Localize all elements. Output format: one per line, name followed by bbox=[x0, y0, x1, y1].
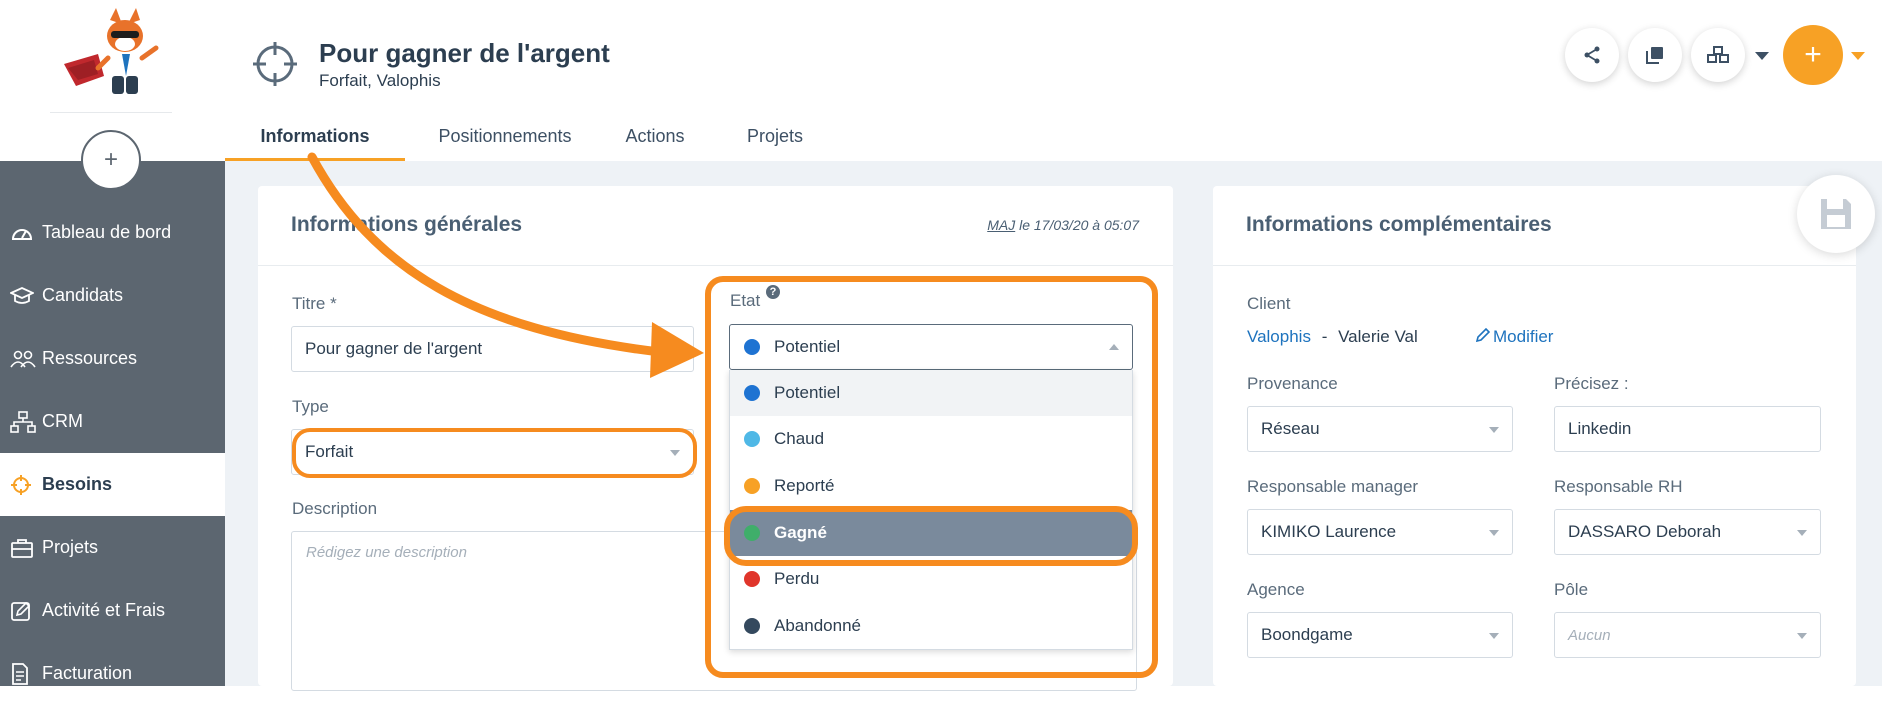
titre-label: Titre * bbox=[292, 294, 337, 313]
titre-input[interactable]: Pour gagner de l'argent bbox=[291, 326, 694, 372]
chevron-down-icon bbox=[1489, 633, 1499, 639]
dashboard-icon bbox=[10, 222, 38, 244]
edit-icon bbox=[10, 600, 38, 622]
card-title: Informations complémentaires bbox=[1246, 213, 1552, 236]
tab-positionnements[interactable]: Positionnements bbox=[425, 110, 585, 161]
tab-informations[interactable]: Informations bbox=[225, 110, 405, 161]
chevron-down-icon bbox=[1797, 633, 1807, 639]
page-subtitle: Forfait, Valophis bbox=[319, 71, 441, 90]
sidebar-item-tableau-de-bord[interactable]: Tableau de bord bbox=[0, 201, 225, 264]
sidebar-item-ressources[interactable]: Ressources bbox=[0, 327, 225, 390]
briefcase-icon bbox=[10, 537, 38, 559]
sidebar-item-label: Facturation bbox=[42, 663, 133, 683]
users-icon bbox=[10, 348, 38, 370]
share-button[interactable] bbox=[1565, 28, 1619, 82]
duplicate-button[interactable] bbox=[1628, 28, 1682, 82]
provenance-label: Provenance bbox=[1247, 374, 1338, 393]
manager-select[interactable]: KIMIKO Laurence bbox=[1247, 509, 1513, 555]
gagne-highlight-box bbox=[724, 506, 1138, 566]
chevron-down-icon bbox=[1489, 427, 1499, 433]
card-divider bbox=[1213, 265, 1856, 266]
sidebar: + Tableau de bord Candidats Ressources C… bbox=[0, 0, 225, 686]
sidebar-item-besoins[interactable]: Besoins bbox=[0, 453, 225, 516]
etat-highlight-box bbox=[705, 276, 1158, 678]
crosshair-icon bbox=[253, 42, 297, 86]
org-chart-icon bbox=[10, 410, 38, 433]
add-caret-icon[interactable] bbox=[1851, 52, 1865, 60]
save-button[interactable] bbox=[1797, 175, 1875, 253]
card-divider bbox=[258, 265, 1173, 266]
target-icon bbox=[10, 474, 38, 496]
manager-label: Responsable manager bbox=[1247, 477, 1419, 496]
pole-select[interactable]: Aucun bbox=[1554, 612, 1821, 658]
client-separator: - bbox=[1321, 327, 1328, 346]
sidebar-item-candidats[interactable]: Candidats bbox=[0, 264, 225, 327]
sidebar-item-label: Candidats bbox=[42, 285, 124, 305]
modify-client-link[interactable]: Modifier bbox=[1475, 327, 1553, 347]
sidebar-item-label: Activité et Frais bbox=[42, 600, 166, 620]
sidebar-item-label: Projets bbox=[42, 537, 99, 557]
tab-bar: Informations Positionnements Actions Pro… bbox=[225, 110, 825, 161]
fox-mascot-logo bbox=[64, 8, 159, 94]
type-highlight-box bbox=[292, 428, 697, 478]
cubes-icon bbox=[1707, 46, 1729, 63]
invoice-icon bbox=[10, 662, 38, 685]
client-contact: Valerie Val bbox=[1338, 327, 1418, 346]
apps-button[interactable] bbox=[1691, 28, 1745, 82]
page-title: Pour gagner de l'argent bbox=[319, 38, 610, 68]
precisez-label: Précisez : bbox=[1554, 374, 1629, 393]
quick-add-button[interactable]: + bbox=[81, 130, 141, 190]
sidebar-item-facturation[interactable]: Facturation bbox=[0, 642, 225, 705]
sidebar-item-crm[interactable]: CRM bbox=[0, 390, 225, 453]
sidebar-item-activite-et-frais[interactable]: Activité et Frais bbox=[0, 579, 225, 642]
tab-projets[interactable]: Projets bbox=[725, 110, 825, 161]
pole-label: Pôle bbox=[1554, 580, 1589, 599]
floppy-disk-icon bbox=[1821, 199, 1851, 229]
rh-select[interactable]: DASSARO Deborah bbox=[1554, 509, 1821, 555]
pencil-icon bbox=[1475, 327, 1491, 343]
client-company-link[interactable]: Valophis bbox=[1247, 327, 1311, 346]
page-header: Pour gagner de l'argent Forfait, Valophi… bbox=[225, 0, 1882, 161]
precisez-input[interactable]: Linkedin bbox=[1554, 406, 1821, 452]
graduation-cap-icon bbox=[10, 285, 38, 307]
add-button[interactable]: + bbox=[1783, 25, 1843, 85]
rh-label: Responsable RH bbox=[1554, 477, 1683, 496]
sidebar-item-projets[interactable]: Projets bbox=[0, 516, 225, 579]
apps-caret-icon[interactable] bbox=[1755, 52, 1769, 60]
copy-icon bbox=[1646, 47, 1663, 64]
description-label: Description bbox=[292, 499, 378, 518]
chevron-down-icon bbox=[1489, 530, 1499, 536]
provenance-select[interactable]: Réseau bbox=[1247, 406, 1513, 452]
share-icon bbox=[1584, 46, 1600, 64]
last-updated: MAJ le 17/03/20 à 05:07 bbox=[987, 217, 1139, 233]
client-row: Valophis - Valerie Val bbox=[1247, 327, 1418, 347]
agence-select[interactable]: Boondgame bbox=[1247, 612, 1513, 658]
sidebar-item-label: Ressources bbox=[42, 348, 138, 368]
sidebar-item-label: Besoins bbox=[42, 474, 113, 494]
client-label: Client bbox=[1247, 294, 1291, 313]
type-label: Type bbox=[292, 397, 329, 416]
sidebar-item-label: Tableau de bord bbox=[42, 222, 172, 242]
card-title: Informations générales bbox=[291, 213, 523, 236]
tab-actions[interactable]: Actions bbox=[605, 110, 705, 161]
sidebar-nav: Tableau de bord Candidats Ressources CRM… bbox=[0, 201, 225, 705]
agence-label: Agence bbox=[1247, 580, 1305, 599]
logo-divider bbox=[50, 112, 172, 113]
sidebar-item-label: CRM bbox=[42, 411, 83, 431]
chevron-down-icon bbox=[1797, 530, 1807, 536]
